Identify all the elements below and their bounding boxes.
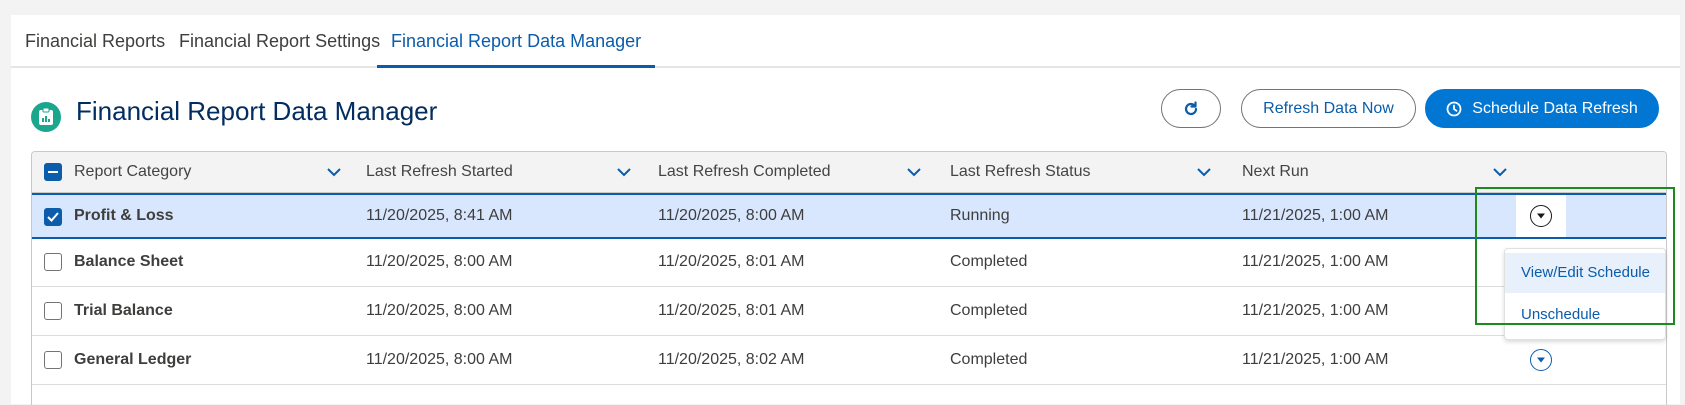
cell-last-refresh-status: Completed: [950, 351, 1028, 368]
cell-last-refresh-started: 11/20/2025, 8:00 AM: [366, 351, 513, 368]
cell-report-category: Balance Sheet: [74, 253, 184, 270]
menu-item-unschedule[interactable]: Unschedule: [1505, 295, 1665, 335]
cell-last-refresh-completed: 11/20/2025, 8:01 AM: [658, 253, 805, 270]
tab-financial-report-data-manager[interactable]: Financial Report Data Manager: [377, 15, 656, 68]
row-checkbox[interactable]: [44, 302, 62, 320]
cell-next-run: 11/21/2025, 1:00 AM: [1242, 302, 1389, 319]
refresh-button[interactable]: [1161, 89, 1221, 128]
column-header-last-refresh-started[interactable]: Last Refresh Started: [366, 152, 513, 192]
cell-last-refresh-started: 11/20/2025, 8:00 AM: [366, 253, 513, 270]
cell-last-refresh-status: Completed: [950, 302, 1028, 319]
chevron-down-icon[interactable]: [1492, 165, 1508, 179]
chevron-down-icon: [1537, 213, 1545, 219]
row-checkbox[interactable]: [44, 253, 62, 271]
column-header-last-refresh-status[interactable]: Last Refresh Status: [950, 152, 1091, 192]
row-checkbox[interactable]: [44, 351, 62, 369]
cell-last-refresh-completed: 11/20/2025, 8:02 AM: [658, 351, 805, 368]
tab-financial-reports[interactable]: Financial Reports: [25, 15, 165, 66]
chevron-down-icon[interactable]: [616, 165, 632, 179]
cell-last-refresh-status: Running: [950, 207, 1010, 224]
cell-report-category: General Ledger: [74, 351, 192, 368]
table-row[interactable]: Trial Balance 11/20/2025, 8:00 AM 11/20/…: [32, 287, 1666, 336]
chevron-down-icon[interactable]: [1196, 165, 1212, 179]
row-action-menu: View/Edit Schedule Unschedule: [1504, 248, 1666, 340]
row-action-button[interactable]: [1530, 349, 1552, 371]
column-header-report-category[interactable]: Report Category: [74, 152, 191, 192]
schedule-data-refresh-label: Schedule Data Refresh: [1472, 99, 1638, 117]
refresh-data-now-button[interactable]: Refresh Data Now: [1241, 89, 1416, 128]
select-all-checkbox[interactable]: [44, 163, 62, 181]
cell-last-refresh-status: Completed: [950, 253, 1028, 270]
cell-last-refresh-completed: 11/20/2025, 8:01 AM: [658, 302, 805, 319]
cell-last-refresh-started: 11/20/2025, 8:41 AM: [366, 207, 513, 224]
data-table: Report Category Last Refresh Started Las…: [31, 151, 1667, 405]
refresh-icon: [1184, 100, 1198, 115]
schedule-data-refresh-button[interactable]: Schedule Data Refresh: [1425, 89, 1659, 128]
column-header-last-refresh-completed[interactable]: Last Refresh Completed: [658, 152, 831, 192]
table-row[interactable]: Balance Sheet 11/20/2025, 8:00 AM 11/20/…: [32, 238, 1666, 287]
row-action-button[interactable]: [1530, 205, 1552, 227]
report-icon: [31, 102, 61, 132]
cell-next-run: 11/21/2025, 1:00 AM: [1242, 207, 1389, 224]
cell-report-category: Profit & Loss: [74, 207, 174, 224]
chevron-down-icon: [1537, 357, 1545, 363]
cell-next-run: 11/21/2025, 1:00 AM: [1242, 253, 1389, 270]
menu-item-view-edit-schedule[interactable]: View/Edit Schedule: [1505, 253, 1665, 293]
table-row[interactable]: General Ledger 11/20/2025, 8:00 AM 11/20…: [32, 336, 1666, 385]
clock-icon: [1446, 101, 1462, 116]
tab-bar: Financial Reports Financial Report Setti…: [11, 15, 1680, 68]
cell-last-refresh-completed: 11/20/2025, 8:00 AM: [658, 207, 805, 224]
cell-report-category: Trial Balance: [74, 302, 173, 319]
table-row[interactable]: Profit & Loss 11/20/2025, 8:41 AM 11/20/…: [32, 193, 1666, 239]
column-header-next-run[interactable]: Next Run: [1242, 152, 1309, 192]
cell-last-refresh-started: 11/20/2025, 8:00 AM: [366, 302, 513, 319]
table-header: Report Category Last Refresh Started Las…: [32, 152, 1666, 193]
chevron-down-icon[interactable]: [906, 165, 922, 179]
cell-next-run: 11/21/2025, 1:00 AM: [1242, 351, 1389, 368]
page-card: Financial Reports Financial Report Setti…: [11, 15, 1680, 405]
tab-financial-report-settings[interactable]: Financial Report Settings: [179, 15, 380, 66]
page-title: Financial Report Data Manager: [76, 96, 438, 126]
chevron-down-icon[interactable]: [326, 165, 342, 179]
row-checkbox[interactable]: [44, 208, 62, 226]
